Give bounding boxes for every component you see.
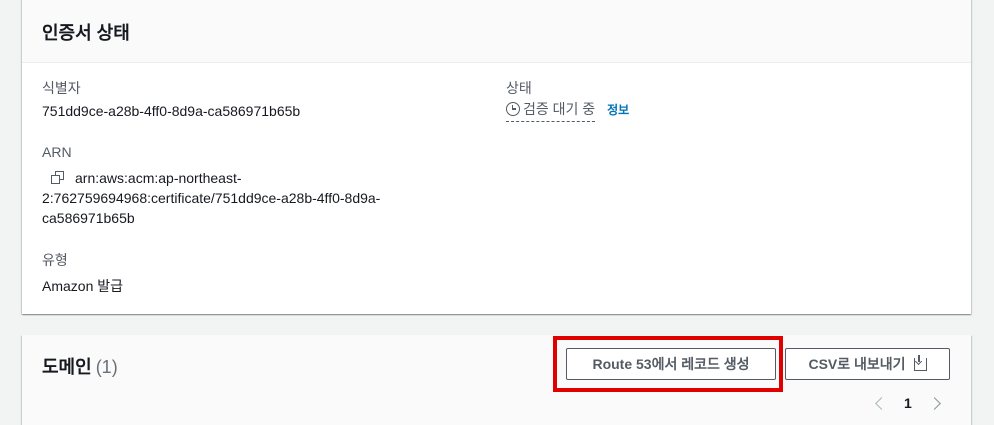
identifier-value: 751dd9ce-a28b-4ff0-8d9a-ca586971b65b [42, 103, 301, 119]
arn-line-3: ca586971b65b [42, 210, 135, 226]
type-label: 유형 [42, 252, 68, 268]
arn-line-1: arn:aws:acm:ap-northeast- [75, 170, 242, 186]
chevron-right-icon[interactable] [927, 396, 941, 410]
download-icon [913, 354, 927, 371]
domains-header: 도메인 (1) Route 53에서 레코드 생성 CSV로 내보내기 1 [22, 335, 971, 425]
export-csv-button[interactable]: CSV로 내보내기 [785, 348, 950, 380]
certificate-status-panel: 인증서 상태 식별자 751dd9ce-a28b-4ff0-8d9a-ca586… [22, 0, 971, 314]
create-route53-records-button[interactable]: Route 53에서 레코드 생성 [566, 348, 776, 380]
arn-value: arn:aws:acm:ap-northeast- 2:762759694968… [42, 168, 422, 228]
chevron-left-icon[interactable] [875, 396, 888, 410]
clock-icon [506, 102, 520, 116]
domains-title-text: 도메인 [42, 357, 92, 377]
domains-count: (1) [95, 357, 118, 377]
copy-icon[interactable] [51, 171, 65, 185]
certificate-status-title: 인증서 상태 [42, 23, 130, 43]
arn-line-2: 2:762759694968:certificate/751dd9ce-a28b… [42, 190, 381, 206]
status-value: 검증 대기 중 [523, 101, 596, 117]
certificate-status-header: 인증서 상태 [22, 0, 971, 63]
current-page[interactable]: 1 [904, 395, 912, 411]
domains-panel: 도메인 (1) Route 53에서 레코드 생성 CSV로 내보내기 1 [22, 335, 971, 425]
info-link[interactable]: 정보 [607, 103, 629, 117]
domains-title: 도메인 (1) [42, 353, 118, 379]
identifier-label: 식별자 [42, 80, 81, 96]
type-value: Amazon 발급 [42, 278, 124, 294]
status-label: 상태 [506, 80, 532, 96]
status-popover-trigger[interactable]: 검증 대기 중 [506, 99, 596, 122]
pagination: 1 [875, 395, 941, 411]
export-csv-label: CSV로 내보내기 [808, 356, 906, 372]
status-field: 검증 대기 중 정보 [506, 99, 629, 122]
arn-label: ARN [42, 144, 72, 160]
